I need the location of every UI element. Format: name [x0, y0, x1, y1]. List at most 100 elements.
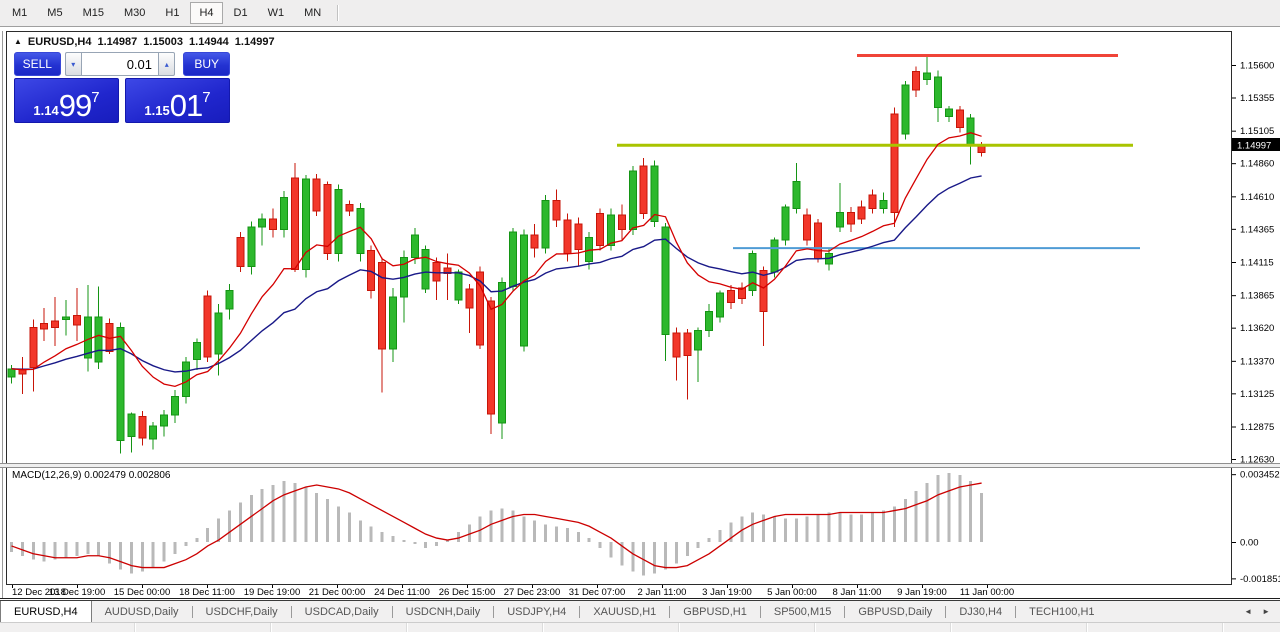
candle-bull	[967, 118, 974, 146]
candle-bear	[488, 301, 495, 414]
timeframe-button-h1[interactable]: H1	[156, 2, 188, 24]
tab-sp500-m15[interactable]: SP500,M15	[761, 601, 844, 622]
candle-bull	[259, 219, 266, 227]
time-axis: 12 Dec 201813 Dec 19:0015 Dec 00:0018 De…	[12, 585, 1014, 598]
timeframe-toolbar: M1M5M15M30H1H4D1W1MN	[0, 0, 1280, 27]
timeframe-button-m15[interactable]: M15	[74, 2, 113, 24]
timeframe-button-m1[interactable]: M1	[3, 2, 36, 24]
tab-usdcad-daily[interactable]: USDCAD,Daily	[292, 601, 392, 622]
bid-price-point: 7	[91, 90, 99, 105]
bid-price-tile[interactable]: 1.14 99 7	[14, 78, 119, 123]
tab-tech100-h1[interactable]: TECH100,H1	[1016, 601, 1107, 622]
candle-bear	[956, 110, 963, 127]
bid-price-pips: 99	[59, 93, 91, 119]
macd-bar	[130, 542, 133, 573]
candle-bull	[8, 369, 15, 377]
tab-usdcnh-daily[interactable]: USDCNH,Daily	[393, 601, 494, 622]
macd-bar	[533, 520, 536, 542]
candle-bull	[880, 200, 887, 208]
price-axis-label: 1.15600	[1240, 61, 1274, 72]
tab-usdchf-daily[interactable]: USDCHF,Daily	[193, 601, 291, 622]
collapse-triangle-icon[interactable]: ▲	[14, 37, 22, 46]
macd-bar	[75, 542, 78, 556]
candle-bear	[684, 333, 691, 356]
price-axis-label: 1.13620	[1240, 323, 1274, 334]
candle-bull	[63, 317, 70, 320]
macd-bar	[631, 542, 634, 571]
macd-bar	[413, 542, 416, 544]
macd-bar	[675, 542, 678, 564]
candle-bull	[193, 342, 200, 359]
timeframe-button-d1[interactable]: D1	[225, 2, 257, 24]
macd-bar	[359, 520, 362, 542]
time-axis-label: 9 Jan 19:00	[897, 587, 947, 598]
candle-bull	[422, 249, 429, 289]
candle-bear	[313, 179, 320, 211]
volume-increase-button[interactable]: ▴	[159, 52, 175, 76]
candle-bull	[608, 215, 615, 246]
timeframe-button-mn[interactable]: MN	[295, 2, 330, 24]
macd-bar	[653, 542, 656, 573]
price-axis-label: 1.13370	[1240, 356, 1274, 367]
time-axis-label: 27 Dec 23:00	[504, 587, 561, 598]
macd-bar	[849, 514, 852, 542]
candle-bear	[41, 324, 48, 329]
macd-bar	[348, 513, 351, 542]
tab-xauusd-h1[interactable]: XAUUSD,H1	[580, 601, 669, 622]
candle-bear	[73, 316, 80, 325]
candle-bull	[281, 198, 288, 230]
macd-bar	[152, 542, 155, 568]
macd-bar	[490, 511, 493, 542]
macd-bar	[272, 485, 275, 542]
timeframe-button-w1[interactable]: W1	[259, 2, 294, 24]
tab-dj30-h4[interactable]: DJ30,H4	[946, 601, 1015, 622]
buy-button[interactable]: BUY	[183, 52, 230, 76]
macd-bar	[937, 475, 940, 542]
ohlc-low: 1.14944	[189, 36, 229, 48]
candle-bull	[95, 317, 102, 362]
price-axis-label: 1.14365	[1240, 224, 1274, 235]
ask-price-tile[interactable]: 1.15 01 7	[125, 78, 230, 123]
candle-bull	[150, 426, 157, 439]
candle-bull	[172, 397, 179, 416]
volume-input[interactable]	[81, 52, 159, 76]
ohlc-open: 1.14987	[98, 36, 138, 48]
timeframe-button-h4[interactable]: H4	[190, 2, 222, 24]
macd-bar	[522, 516, 525, 542]
macd-bar	[566, 528, 569, 542]
candle-bull	[335, 190, 342, 254]
candle-bear	[237, 237, 244, 266]
tab-usdjpy-h4[interactable]: USDJPY,H4	[494, 601, 579, 622]
macd-bar	[762, 514, 765, 542]
volume-decrease-button[interactable]: ▾	[65, 52, 81, 76]
sell-button[interactable]: SELL	[14, 52, 61, 76]
chart-symbol-period: EURUSD,H4	[28, 36, 92, 48]
tab-scroll-right-icon[interactable]: ►	[1262, 607, 1270, 616]
candle-bear	[564, 220, 571, 253]
macd-bar	[980, 493, 983, 542]
macd-bar	[610, 542, 613, 558]
macd-bar	[969, 481, 972, 542]
tab-eurusd-h4[interactable]: EURUSD,H4	[0, 601, 92, 622]
candle-bear	[760, 271, 767, 312]
timeframe-button-m5[interactable]: M5	[38, 2, 71, 24]
macd-bar	[261, 489, 264, 542]
time-axis-label: 11 Jan 00:00	[960, 587, 1014, 598]
tab-gbpusd-daily[interactable]: GBPUSD,Daily	[845, 601, 945, 622]
timeframe-button-m30[interactable]: M30	[115, 2, 154, 24]
macd-bar	[119, 542, 122, 570]
tab-audusd-daily[interactable]: AUDUSD,Daily	[92, 601, 192, 622]
tab-gbpusd-h1[interactable]: GBPUSD,H1	[670, 601, 760, 622]
macd-bar	[860, 514, 863, 542]
macd-bar	[904, 499, 907, 542]
candle-bull	[924, 73, 931, 80]
macd-bar	[250, 495, 253, 542]
candle-bull	[215, 313, 222, 354]
macd-bar	[555, 526, 558, 542]
candle-bull	[935, 77, 942, 108]
candle-bear	[531, 235, 538, 248]
macd-bar	[947, 473, 950, 542]
tab-scroll-left-icon[interactable]: ◄	[1244, 607, 1252, 616]
candle-bull	[117, 328, 124, 441]
time-axis-label: 19 Dec 19:00	[244, 587, 301, 598]
